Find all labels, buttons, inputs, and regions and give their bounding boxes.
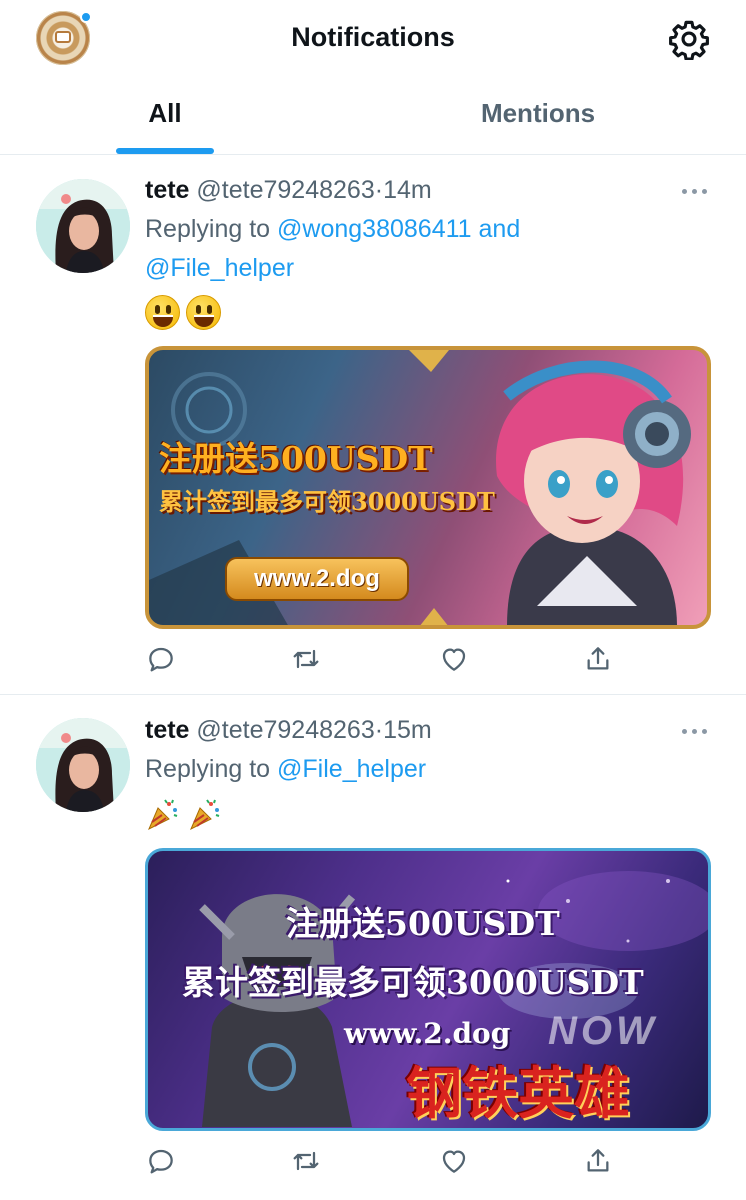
party-popper-icon xyxy=(190,799,220,831)
mention-link[interactable]: @File_helper xyxy=(145,254,294,282)
retweet-icon[interactable] xyxy=(290,1145,322,1177)
banner-headline: 注册送500USDT xyxy=(159,439,433,478)
tweet-emoji xyxy=(145,796,225,836)
like-icon[interactable] xyxy=(438,643,470,675)
separator: · xyxy=(374,176,384,204)
tweet-meta: tete @tete79248263·15m xyxy=(145,716,432,745)
banner-game-title: 钢铁英雄 xyxy=(406,1061,630,1127)
tweet-image[interactable]: 注册送500USDT 累计签到最多可领3000USDT www.2.dog xyxy=(145,346,711,629)
banner-character xyxy=(496,360,691,625)
user-handle[interactable]: @tete79248263 xyxy=(196,176,374,204)
avatar[interactable] xyxy=(36,179,130,273)
replying-to-line: Replying to @File_helper xyxy=(145,750,715,789)
tweet-actions xyxy=(0,643,746,683)
tweet-emoji xyxy=(145,295,223,335)
party-popper-icon xyxy=(148,799,178,831)
tweet-image[interactable]: 注册送500USDT 累计签到最多可领3000USDT www.2.dog NO… xyxy=(145,848,711,1131)
tweet[interactable]: tete @tete79248263·15m Replying to @File… xyxy=(0,696,746,1200)
replying-prefix: Replying to xyxy=(145,215,271,243)
avatar-image xyxy=(36,718,130,812)
active-tab-indicator xyxy=(116,148,214,154)
reply-icon[interactable] xyxy=(145,643,177,675)
tweet-actions xyxy=(0,1145,746,1185)
avatar-image xyxy=(36,179,130,273)
retweet-icon[interactable] xyxy=(290,643,322,675)
conjunction-link[interactable]: and xyxy=(479,215,521,243)
tab-all[interactable]: All xyxy=(115,98,215,154)
user-handle[interactable]: @tete79248263 xyxy=(196,716,374,744)
timestamp[interactable]: 15m xyxy=(383,716,432,744)
gear-icon[interactable] xyxy=(668,18,710,60)
page-title: Notifications xyxy=(291,22,455,52)
avatar[interactable] xyxy=(36,718,130,812)
mention-link[interactable]: @File_helper xyxy=(277,755,426,783)
notification-tabs: All Mentions xyxy=(0,90,746,154)
share-icon[interactable] xyxy=(582,643,614,675)
tweet[interactable]: tete @tete79248263·14m Replying to @wong… xyxy=(0,156,746,695)
banner-url-button: www.2.dog xyxy=(225,557,409,601)
app-header: Notifications All Mentions xyxy=(0,0,746,155)
replying-to-line: Replying to @wong38086411 and @File_help… xyxy=(145,210,715,288)
tab-mentions[interactable]: Mentions xyxy=(438,98,638,154)
reply-icon[interactable] xyxy=(145,1145,177,1177)
more-options-icon[interactable] xyxy=(682,726,708,736)
separator: · xyxy=(374,716,384,744)
timestamp[interactable]: 14m xyxy=(383,176,432,204)
banner-subheadline: 累计签到最多可领3000USDT xyxy=(159,487,495,516)
more-options-icon[interactable] xyxy=(682,186,708,196)
banner-subheadline: 累计签到最多可领3000USDT xyxy=(182,963,644,1002)
replying-prefix: Replying to xyxy=(145,755,271,783)
display-name[interactable]: tete xyxy=(145,716,189,744)
banner-url: www.2.dog xyxy=(344,1017,511,1050)
like-icon[interactable] xyxy=(438,1145,470,1177)
smiley-face-icon xyxy=(186,295,222,330)
share-icon[interactable] xyxy=(582,1145,614,1177)
banner-overlay-text: NOW xyxy=(548,1009,658,1053)
smiley-face-icon xyxy=(145,295,180,330)
display-name[interactable]: tete xyxy=(145,176,189,204)
mention-link[interactable]: @wong38086411 xyxy=(277,215,472,243)
banner-headline: 注册送500USDT xyxy=(286,904,560,943)
tweet-meta: tete @tete79248263·14m xyxy=(145,176,432,205)
